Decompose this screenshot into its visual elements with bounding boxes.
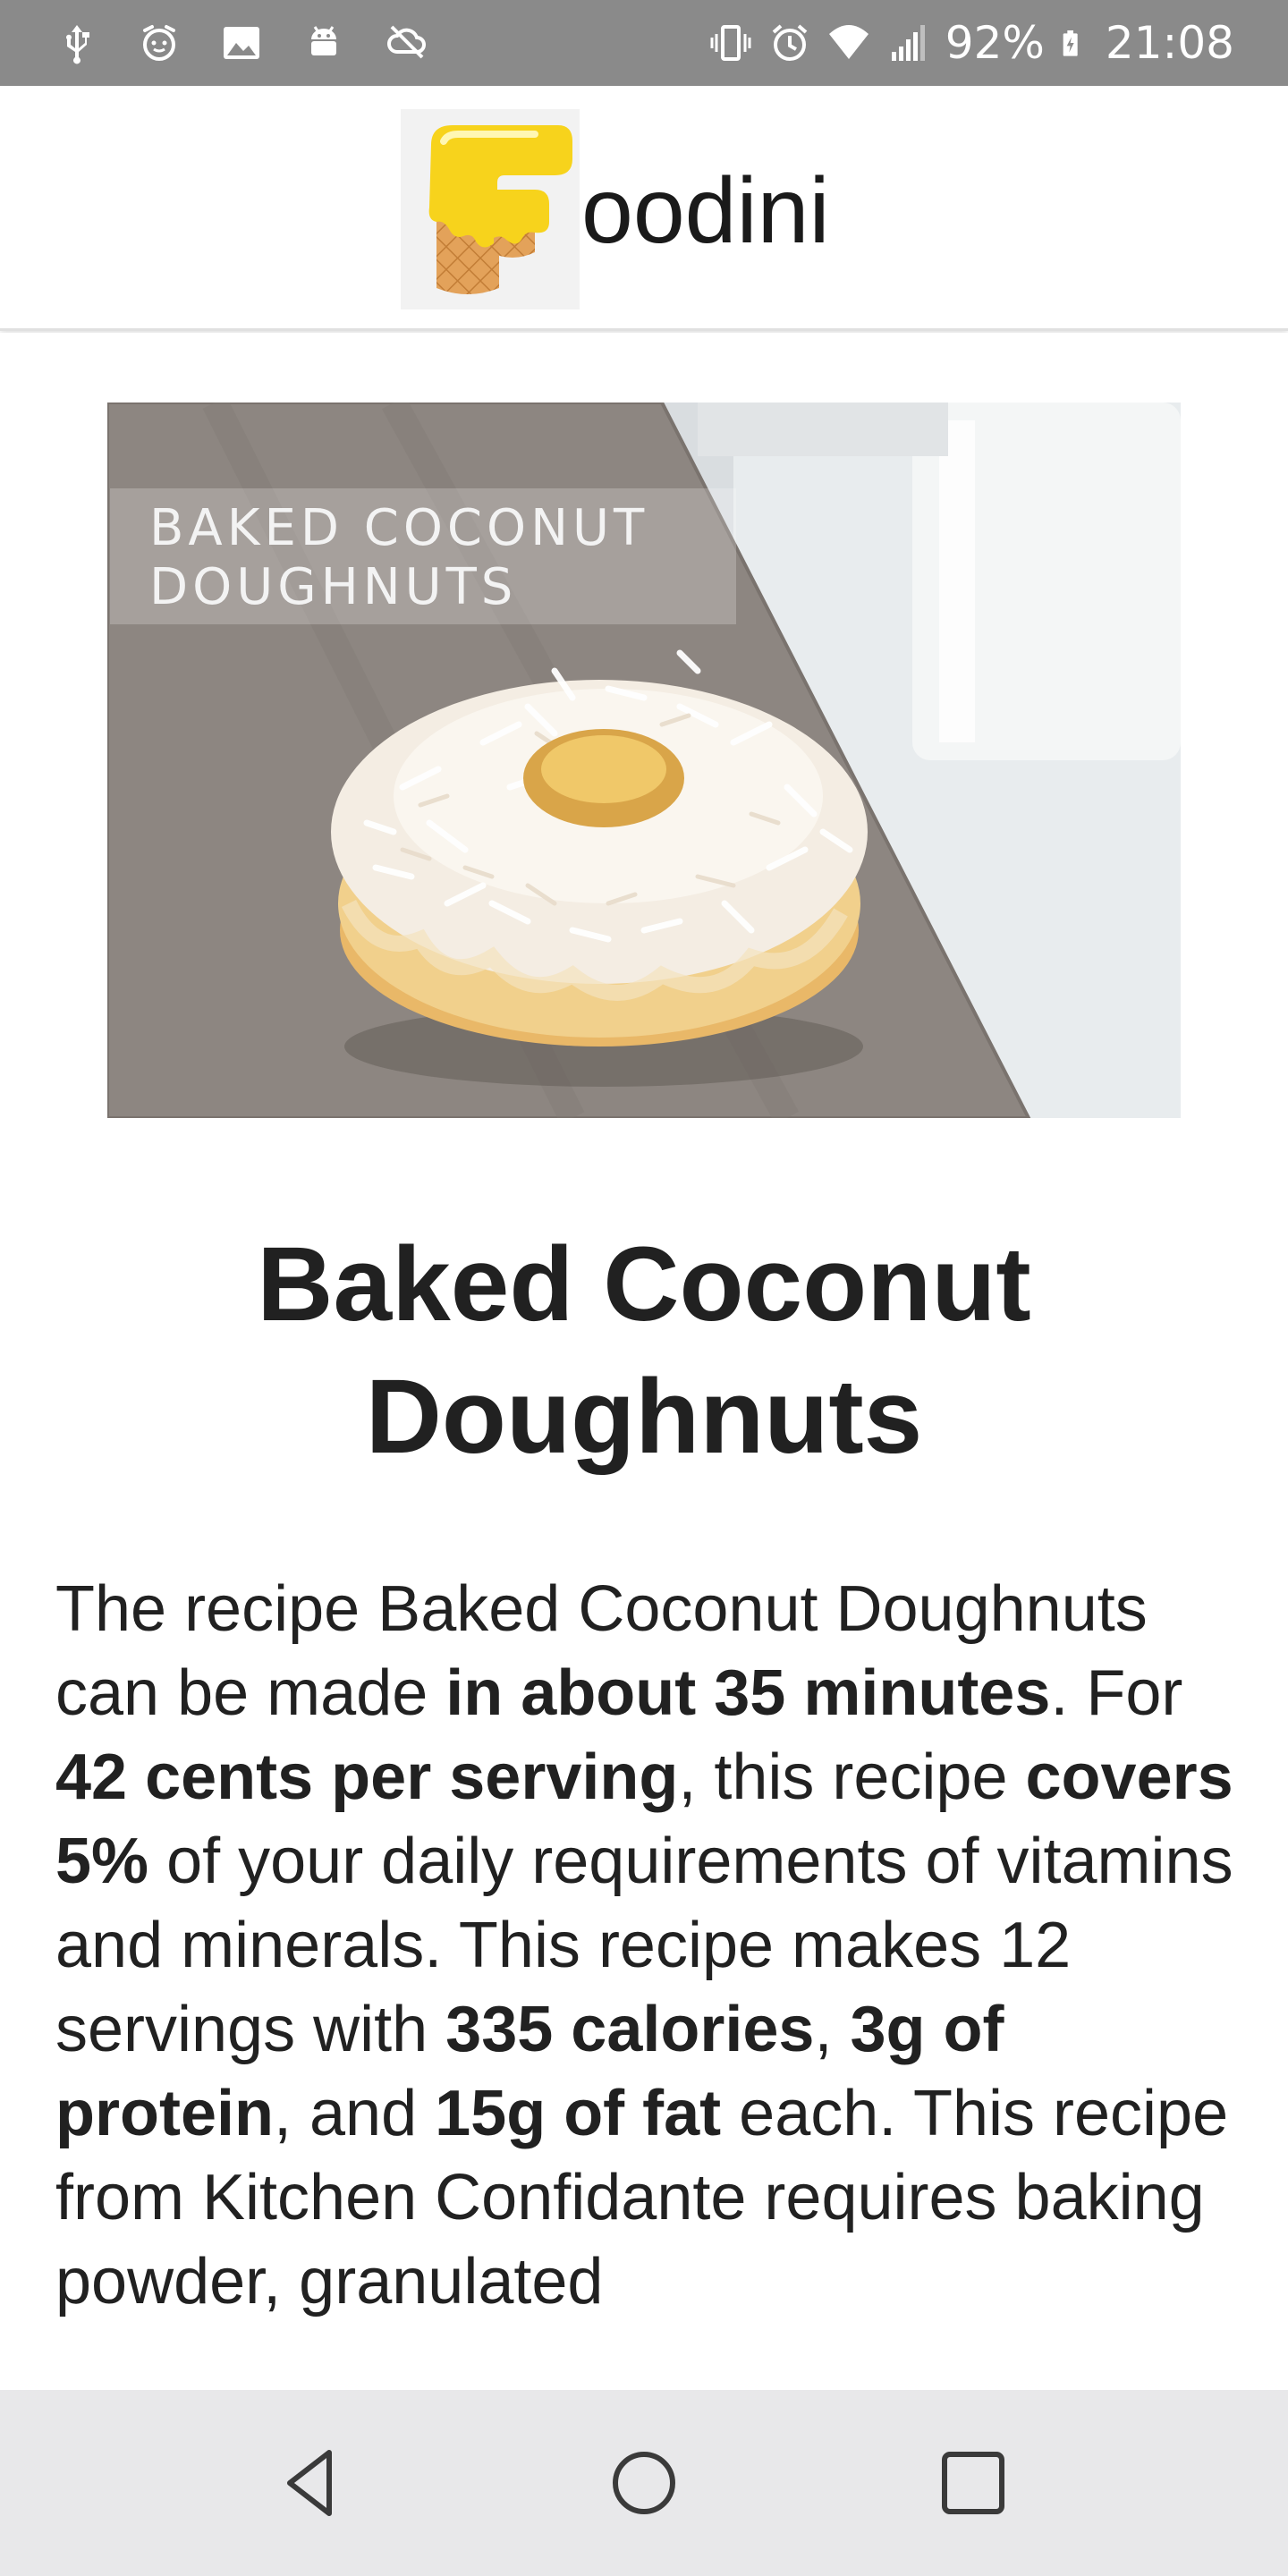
face-icon	[143, 25, 175, 61]
wifi-icon	[828, 25, 869, 59]
image-icon	[224, 27, 259, 59]
summary-text-3: , this recipe	[678, 1741, 1026, 1813]
app-logo[interactable]	[401, 109, 580, 309]
signal-icon	[891, 25, 925, 61]
no-sync-icon	[387, 25, 426, 59]
app-title: oodini	[581, 159, 830, 263]
recents-icon[interactable]	[930, 2440, 1016, 2526]
recipe-summary: The recipe Baked Coconut Doughnuts can b…	[55, 1567, 1236, 2324]
summary-text-6: , and	[273, 2078, 436, 2149]
usb-icon	[66, 25, 89, 64]
recipe-detail-content[interactable]: BAKED COCONUT DOUGHNUTS Baked Coconut Do…	[0, 333, 1288, 2390]
android-icon	[311, 26, 336, 55]
image-caption-line-1: BAKED COCONUT	[149, 499, 649, 557]
image-caption: BAKED COCONUT DOUGHNUTS	[110, 488, 736, 624]
summary-text-2: . For	[1050, 1657, 1183, 1729]
battery-charging-icon	[1063, 30, 1078, 56]
app-bar: oodini	[0, 86, 1288, 331]
summary-bold-price: 42 cents per serving	[55, 1741, 679, 1813]
summary-bold-time: in about 35 minutes	[445, 1657, 1051, 1729]
back-icon[interactable]	[270, 2440, 356, 2526]
foodini-f-logo-icon	[428, 125, 572, 294]
battery-percent: 92%	[945, 17, 1045, 69]
status-bar-left-icons	[55, 18, 428, 68]
summary-text-5: ,	[814, 1994, 851, 2065]
recipe-title: Baked Coconut Doughnuts	[257, 1225, 1031, 1476]
vibrate-icon	[710, 25, 751, 61]
summary-bold-calories: 335 calories	[445, 1994, 815, 2065]
status-bar-right-icons: 92% 21:08	[709, 18, 1234, 68]
home-icon[interactable]	[601, 2440, 687, 2526]
image-caption-line-2: DOUGHNUTS	[149, 558, 518, 616]
summary-bold-fat: 15g of fat	[435, 2078, 722, 2149]
recipe-image: BAKED COCONUT DOUGHNUTS	[107, 402, 1181, 1118]
status-time: 21:08	[1105, 17, 1234, 69]
status-bar: 92% 21:08	[0, 0, 1288, 86]
alarm-icon	[772, 24, 808, 61]
system-nav-bar	[0, 2390, 1288, 2576]
